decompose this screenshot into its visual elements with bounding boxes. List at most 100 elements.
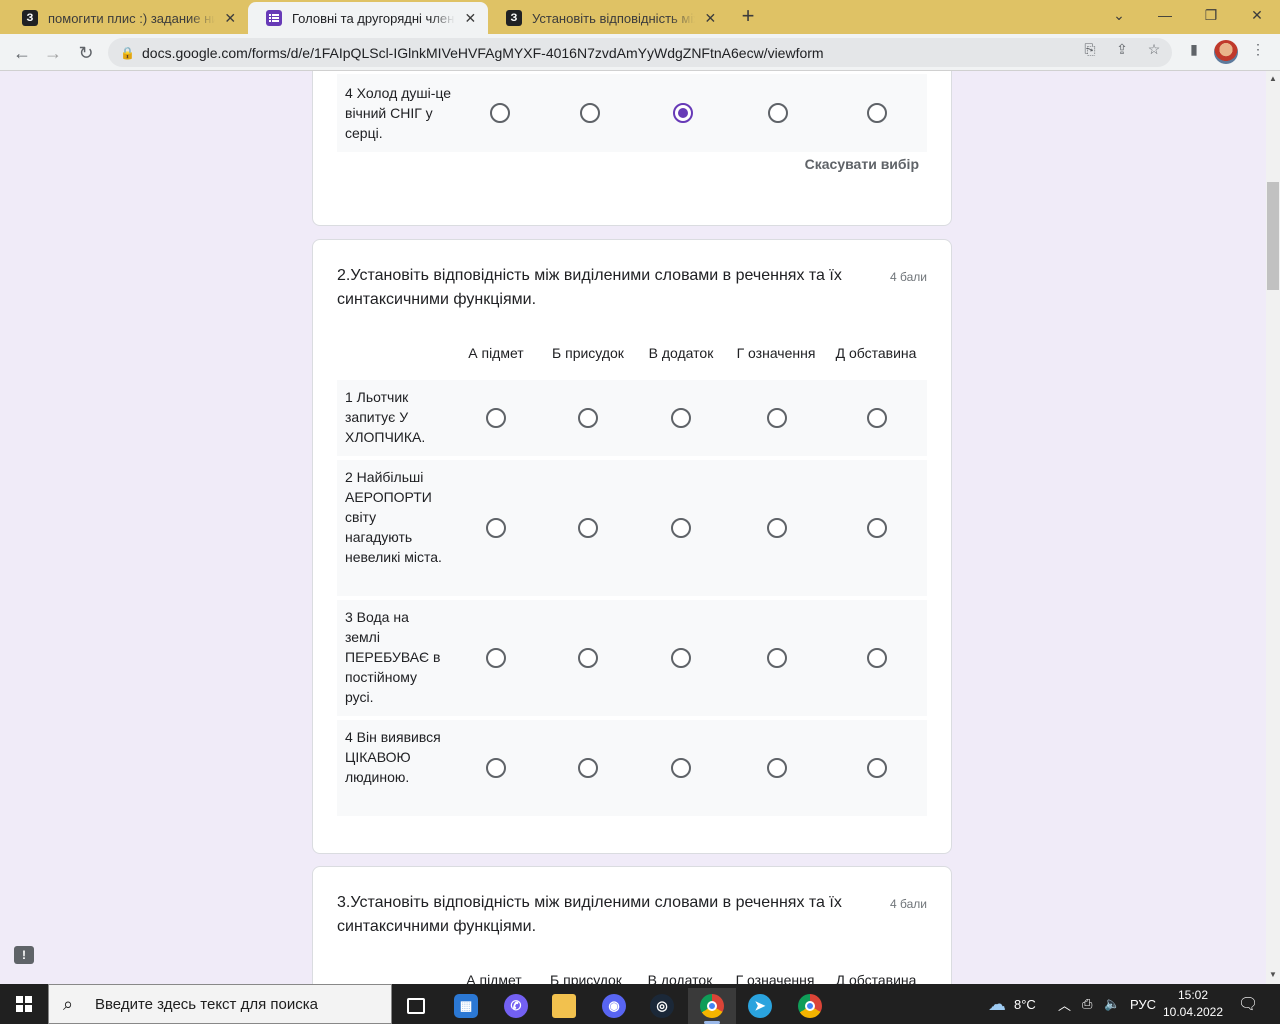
forward-arrow-icon[interactable]: → [40, 40, 66, 66]
radio-option[interactable] [867, 648, 887, 668]
discord-icon[interactable]: ◉ [590, 988, 638, 1024]
radio-option[interactable] [867, 758, 887, 778]
column-header: В додаток [648, 345, 714, 361]
question-card-1: 4 Холод душі-це вічний СНІГ у серці. Ска… [312, 71, 952, 226]
scroll-up-arrow-icon[interactable]: ▲ [1266, 72, 1280, 86]
points-badge: 4 бали [890, 897, 927, 911]
clear-selection-button[interactable]: Скасувати вибір [805, 156, 919, 172]
chrome-icon-active[interactable] [688, 988, 736, 1024]
radio-option-selected[interactable] [673, 103, 693, 123]
share-icon[interactable]: ⇪ [1114, 41, 1130, 57]
tab-search-chevron-icon[interactable]: ⌄ [1096, 0, 1142, 30]
tray-chevron-icon[interactable]: ︿ [1058, 984, 1071, 1024]
viber-icon[interactable]: ✆ [492, 988, 540, 1024]
radio-option[interactable] [867, 518, 887, 538]
row-label: 1 Льотчик запитує У ХЛОПЧИКА. [345, 389, 426, 445]
profile-avatar[interactable] [1214, 40, 1238, 64]
report-feedback-icon[interactable]: ! [14, 946, 34, 964]
back-arrow-icon[interactable]: ← [9, 40, 35, 66]
radio-option[interactable] [671, 648, 691, 668]
radio-option[interactable] [767, 758, 787, 778]
radio-option[interactable] [486, 648, 506, 668]
grid-row: 4 Він виявився ЦІКАВОЮ людиною. [337, 720, 927, 816]
windows-logo-icon [16, 996, 32, 1012]
column-header: Г означення [736, 345, 816, 361]
scrollbar-thumb[interactable] [1267, 182, 1279, 290]
column-header: Д обставина [835, 345, 917, 361]
radio-option[interactable] [767, 648, 787, 668]
address-bar[interactable]: 🔒 docs.google.com/forms/d/e/1FAIpQLScl-I… [108, 38, 1172, 67]
radio-option[interactable] [671, 758, 691, 778]
telegram-icon[interactable]: ➤ [736, 988, 784, 1024]
steam-icon[interactable]: ◎ [638, 988, 686, 1024]
microsoft-store-icon[interactable]: ▦ [442, 988, 490, 1024]
radio-option[interactable] [867, 408, 887, 428]
radio-option[interactable] [486, 518, 506, 538]
radio-option[interactable] [768, 103, 788, 123]
radio-option[interactable] [486, 408, 506, 428]
radio-option[interactable] [578, 518, 598, 538]
row-label: 3 Вода на землі ПЕРЕБУВАЄ в постійному р… [345, 609, 441, 705]
taskbar-clock[interactable]: 15:02 10.04.2022 [1160, 987, 1226, 1021]
column-header: Б присудок [552, 345, 624, 361]
radio-option[interactable] [490, 103, 510, 123]
znanija-icon: З [22, 10, 38, 26]
taskbar-search[interactable]: ⌕ Введите здесь текст для поиска [48, 984, 392, 1024]
google-forms-icon [266, 10, 282, 26]
question-card-2: 2.Установіть відповідність між виділеним… [312, 239, 952, 854]
close-icon[interactable]: ✕ [463, 10, 478, 27]
minimize-button[interactable]: — [1142, 0, 1188, 30]
menu-dots-icon[interactable]: ⋮ [1250, 41, 1266, 57]
tab-google-forms[interactable]: Головні та другорядні члени ре ✕ [248, 2, 488, 34]
weather-temp: 8°C [1014, 996, 1036, 1012]
url-text: docs.google.com/forms/d/e/1FAIpQLScl-IGl… [142, 44, 824, 61]
tab-znanija-2[interactable]: З Установіть відповідність між ви ✕ [488, 2, 728, 34]
radio-option[interactable] [867, 103, 887, 123]
file-explorer-icon[interactable] [540, 988, 588, 1024]
close-icon[interactable]: ✕ [703, 10, 718, 27]
browser-titlebar: З помогити плис :) задание ниже ✕ Головн… [0, 0, 1280, 34]
grid-row: 1 Льотчик запитує У ХЛОПЧИКА. [337, 380, 927, 456]
cloud-icon: ☁ [988, 993, 1006, 1014]
page-viewport: 4 Холод душі-це вічний СНІГ у серці. Ска… [0, 71, 1266, 984]
reload-icon[interactable]: ↻ [73, 40, 99, 66]
radio-option[interactable] [578, 758, 598, 778]
restore-button[interactable]: ❐ [1188, 0, 1234, 30]
translate-icon[interactable]: ⎘ [1082, 41, 1098, 57]
row-label: 4 Він виявився ЦІКАВОЮ людиною. [345, 729, 441, 785]
search-placeholder: Введите здесь текст для поиска [95, 995, 318, 1013]
side-panel-icon[interactable]: ▮ [1186, 41, 1202, 57]
column-header: Г означення [735, 972, 815, 984]
radio-option[interactable] [486, 758, 506, 778]
language-indicator[interactable]: РУС [1130, 984, 1156, 1024]
close-icon[interactable]: ✕ [223, 10, 238, 27]
scroll-down-arrow-icon[interactable]: ▼ [1266, 968, 1280, 982]
new-tab-button[interactable]: + [736, 4, 760, 28]
column-header: А підмет [468, 345, 524, 361]
notifications-icon[interactable]: 🗨 [1238, 984, 1258, 1024]
radio-option[interactable] [767, 408, 787, 428]
radio-option[interactable] [767, 518, 787, 538]
clock-date: 10.04.2022 [1162, 1005, 1224, 1019]
start-button[interactable] [0, 984, 48, 1024]
chrome-icon[interactable] [786, 988, 834, 1024]
radio-option[interactable] [671, 408, 691, 428]
clock-time: 15:02 [1177, 988, 1209, 1002]
znanija-icon: З [506, 10, 522, 26]
radio-option[interactable] [580, 103, 600, 123]
volume-icon[interactable]: 🔈 [1104, 984, 1120, 1024]
radio-option[interactable] [578, 408, 598, 428]
row-label: 2 Найбільші АЕРОПОРТИ світу нагадують не… [345, 469, 442, 565]
tab-znanija-1[interactable]: З помогити плис :) задание ниже ✕ [4, 2, 248, 34]
network-icon[interactable]: ⎙ [1082, 984, 1092, 1024]
column-header: Д обставина [835, 972, 917, 984]
tab-title: Установіть відповідність між ви [532, 10, 695, 26]
question-title: 3.Установіть відповідність між виділеним… [337, 894, 842, 935]
window-close-button[interactable]: ✕ [1234, 0, 1280, 30]
task-view-icon[interactable] [392, 988, 440, 1024]
bookmark-star-icon[interactable]: ☆ [1146, 41, 1162, 57]
radio-option[interactable] [578, 648, 598, 668]
grid-row: 3 Вода на землі ПЕРЕБУВАЄ в постійному р… [337, 600, 927, 716]
radio-option[interactable] [671, 518, 691, 538]
weather-widget[interactable]: ☁ 8°C [988, 984, 1036, 1024]
